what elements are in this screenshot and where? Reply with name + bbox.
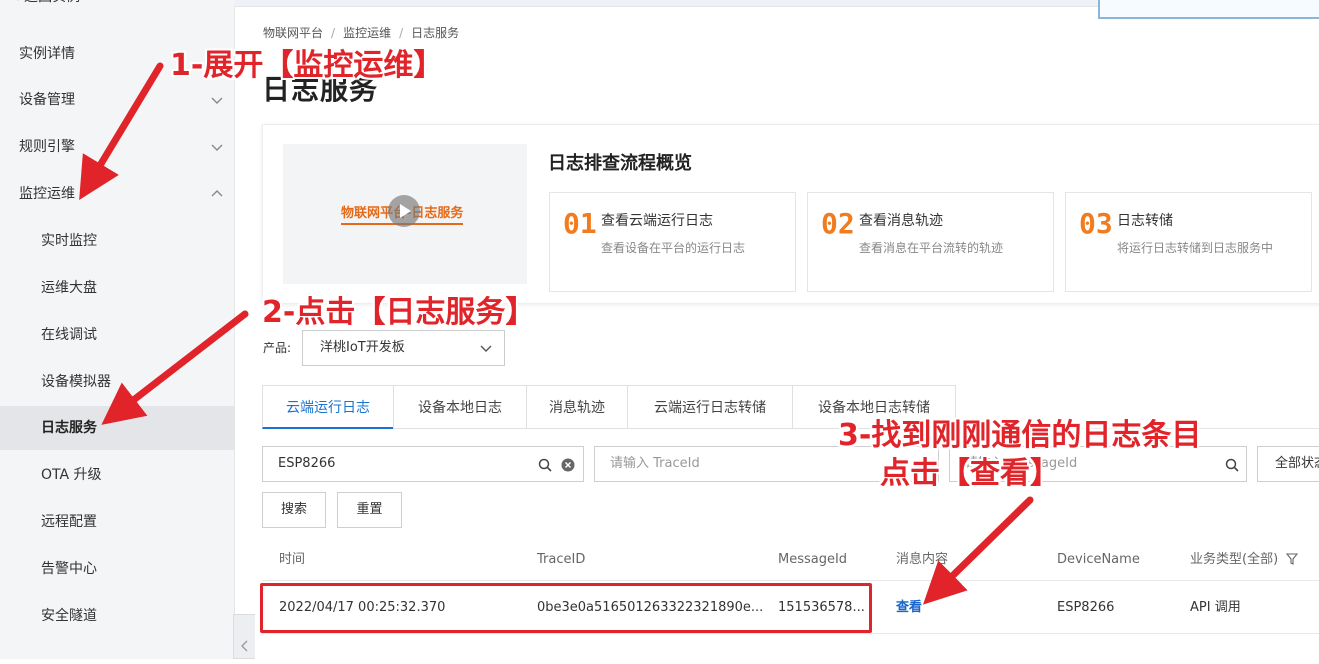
sidebar-item-label: 在线调试 (41, 327, 97, 343)
col-devicename: DeviceName (1057, 552, 1140, 567)
breadcrumb-separator: / (399, 26, 404, 40)
step-card[interactable]: 02 查看消息轨迹 查看消息在平台流转的轨迹 (807, 192, 1054, 292)
reset-button[interactable]: 重置 (337, 492, 402, 528)
step-number: 02 (821, 207, 855, 240)
step-number: 03 (1079, 207, 1113, 240)
step-card[interactable]: 01 查看云端运行日志 查看设备在平台的运行日志 (549, 192, 796, 292)
chevron-down-icon (480, 345, 492, 352)
tab-cloud-log-dump[interactable]: 云端运行日志转储 (627, 385, 793, 429)
tab-message-trace[interactable]: 消息轨迹 (526, 385, 628, 429)
breadcrumb: 物联网平台 / 监控运维 / 日志服务 (263, 24, 459, 41)
sidebar-item-rules-engine[interactable]: 规则引擎 (0, 125, 234, 169)
step-title: 查看消息轨迹 (859, 213, 943, 229)
chevron-down-icon (211, 97, 223, 104)
sidebar-item-remote-config[interactable]: 远程配置 (0, 500, 234, 544)
sidebar-item-label: 设备管理 (19, 92, 75, 108)
sidebar-item-device-management[interactable]: 设备管理 (0, 78, 234, 122)
breadcrumb-item: 日志服务 (411, 26, 460, 40)
sidebar-item-device-simulator[interactable]: 设备模拟器 (0, 360, 234, 404)
back-to-instance-link[interactable]: < 返回实例 (0, 0, 80, 8)
filter-icon[interactable] (1286, 553, 1299, 565)
sidebar-item-monitoring-ops[interactable]: 监控运维 (0, 172, 234, 216)
tab-cloud-run-log[interactable]: 云端运行日志 (262, 385, 394, 429)
status-select-value: 全部状态 (1275, 456, 1319, 471)
cell-business-type: API 调用 (1190, 600, 1241, 615)
search-icon[interactable] (538, 458, 552, 472)
sidebar-item-alarm-center[interactable]: 告警中心 (0, 547, 234, 591)
search-icon[interactable] (1225, 458, 1239, 472)
play-icon[interactable] (388, 195, 420, 227)
col-business-type-label: 业务类型(全部) (1190, 552, 1279, 567)
chevron-left-icon (241, 640, 248, 652)
sidebar-item-ota-upgrade[interactable]: OTA 升级 (0, 453, 234, 497)
cell-devicename: ESP8266 (1057, 600, 1115, 615)
sidebar-item-label: 监控运维 (19, 186, 75, 202)
product-label: 产品: (263, 341, 292, 355)
sidebar-item-label: 规则引擎 (19, 139, 75, 155)
table-header: 时间 TraceID MessageId 消息内容 DeviceName 业务类… (262, 540, 1319, 581)
sidebar-item-label: 运维大盘 (41, 280, 97, 296)
sidebar-item-secure-tunnel[interactable]: 安全隧道 (0, 594, 234, 638)
sidebar-item-label: OTA 升级 (41, 467, 102, 483)
traceid-placeholder: 请输入 TraceId (610, 456, 700, 471)
top-banner-box (1098, 0, 1319, 19)
step-desc: 查看设备在平台的运行日志 (601, 241, 746, 255)
tab-device-local-log[interactable]: 设备本地日志 (393, 385, 527, 429)
col-message-content: 消息内容 (896, 552, 949, 567)
col-traceid: TraceID (537, 552, 586, 567)
sidebar-item-label: 远程配置 (41, 514, 97, 530)
status-select[interactable]: 全部状态 (1257, 446, 1319, 482)
sidebar-item-label: 告警中心 (41, 561, 97, 577)
sidebar-item-realtime-monitor[interactable]: 实时监控 (0, 219, 234, 263)
col-business-type[interactable]: 业务类型(全部) (1190, 540, 1299, 580)
step-title: 查看云端运行日志 (601, 213, 713, 229)
sidebar-item-ops-dashboard[interactable]: 运维大盘 (0, 266, 234, 310)
chevron-up-icon (211, 190, 223, 197)
row-highlight-box (260, 583, 872, 633)
sidebar-item-label: 实例详情 (19, 46, 75, 62)
sidebar-item-log-service[interactable]: 日志服务 (0, 406, 234, 450)
view-message-link[interactable]: 查看 (896, 583, 922, 633)
breadcrumb-item[interactable]: 物联网平台 (263, 26, 323, 40)
product-select-value: 洋桃IoT开发板 (320, 340, 405, 355)
device-name-value: ESP8266 (278, 456, 336, 471)
step-desc: 查看消息在平台流转的轨迹 (859, 241, 1004, 255)
sidebar-collapse-handle[interactable] (233, 614, 255, 659)
chevron-down-icon (211, 144, 223, 151)
annotation-step-2: 2-点击【日志服务】 (262, 295, 536, 330)
sidebar-item-online-debug[interactable]: 在线调试 (0, 313, 234, 357)
col-messageid: MessageId (778, 552, 848, 567)
sidebar-item-label: 安全隧道 (41, 608, 97, 624)
clear-icon[interactable] (561, 458, 575, 472)
search-button[interactable]: 搜索 (262, 492, 326, 528)
annotation-step-1: 1-展开【监控运维】 (170, 48, 444, 83)
sidebar: < 返回实例 实例详情 设备管理 规则引擎 监控运维 实时监控 运维大盘 在线调… (0, 0, 235, 659)
device-name-input[interactable]: ESP8266 (262, 446, 584, 482)
step-title: 日志转储 (1117, 213, 1173, 229)
sidebar-item-label: 日志服务 (41, 420, 97, 436)
annotation-step-3-line2: 点击【查看】 (880, 456, 1060, 491)
step-desc: 将运行日志转储到日志服务中 (1117, 241, 1274, 255)
product-select[interactable]: 洋桃IoT开发板 (302, 330, 505, 366)
breadcrumb-item[interactable]: 监控运维 (343, 26, 391, 40)
step-number: 01 (563, 207, 597, 240)
intro-video[interactable]: 物联网平台-日志服务 (283, 144, 527, 284)
overview-title: 日志排查流程概览 (548, 153, 692, 174)
step-card[interactable]: 03 日志转储 将运行日志转储到日志服务中 (1065, 192, 1312, 292)
col-time: 时间 (279, 552, 306, 567)
breadcrumb-separator: / (331, 26, 336, 40)
sidebar-item-label: 实时监控 (41, 233, 97, 249)
sidebar-item-label: 设备模拟器 (41, 374, 111, 390)
